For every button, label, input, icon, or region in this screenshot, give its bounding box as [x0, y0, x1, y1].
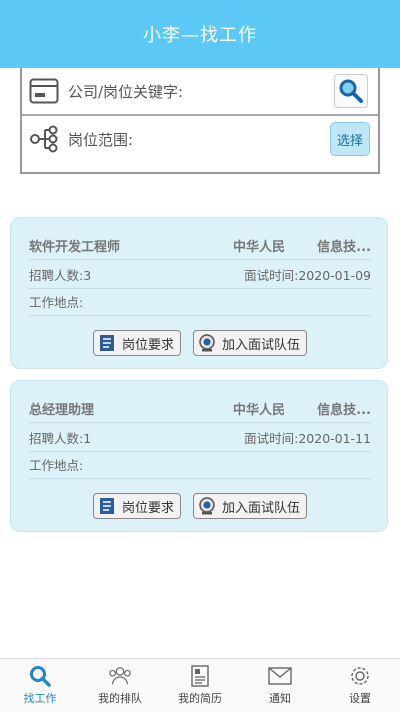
search-icon [28, 665, 52, 687]
tab-label: 设置 [349, 692, 371, 705]
tab-label: 找工作 [23, 692, 57, 705]
location-label: 工作地点: [29, 458, 84, 473]
tab-my-resume[interactable]: 我的简历 [160, 659, 240, 712]
document-icon [98, 334, 116, 352]
tab-settings[interactable]: 设置 [320, 659, 400, 712]
join-interview-button[interactable]: 加入面试队伍 [193, 493, 308, 519]
bottom-tab-bar: 找工作 我的排队 我的简历 通知 设置 [0, 658, 400, 712]
card-icon [26, 75, 62, 107]
hierarchy-icon [26, 123, 62, 155]
company-name: 中华人民 [233, 403, 286, 418]
gear-icon [348, 665, 372, 687]
scope-row[interactable]: 岗位范围: 选择 [22, 116, 378, 162]
keyword-input[interactable]: 公司/岗位关键字: [68, 81, 334, 102]
tab-find-job[interactable]: 找工作 [0, 659, 80, 712]
job-location-row: 工作地点: [29, 451, 371, 479]
job-info-row: 招聘人数:3 面试时间:2020-01-09 [29, 261, 371, 289]
join-interview-label: 加入面试队伍 [222, 337, 301, 353]
job-location-row: 工作地点: [29, 288, 371, 316]
scope-label: 岗位范围: [68, 130, 134, 149]
industry: 信息技... [317, 403, 371, 418]
requirements-label: 岗位要求 [121, 500, 174, 516]
job-actions: 岗位要求 加入面试队伍 [11, 330, 389, 356]
job-info-row: 招聘人数:1 面试时间:2020-01-11 [29, 424, 371, 452]
interview-date: 面试时间:2020-01-11 [244, 431, 371, 446]
job-card: 软件开发工程师 中华人民 信息技... 招聘人数:3 面试时间:2020-01-… [10, 217, 388, 369]
job-header-row: 软件开发工程师 中华人民 信息技... [29, 232, 371, 260]
job-title: 总经理助理 [29, 403, 95, 418]
job-card: 总经理助理 中华人民 信息技... 招聘人数:1 面试时间:2020-01-11… [10, 380, 388, 532]
app-header: 小李—找工作 [0, 0, 400, 68]
envelope-icon [268, 665, 292, 687]
page-title: 小李—找工作 [143, 25, 257, 46]
select-button[interactable]: 选择 [330, 122, 370, 156]
job-actions: 岗位要求 加入面试队伍 [11, 493, 389, 519]
location-label: 工作地点: [29, 295, 84, 310]
hiring-count: 招聘人数:1 [29, 431, 92, 446]
tab-label: 我的排队 [98, 692, 142, 705]
industry: 信息技... [317, 240, 371, 255]
document-icon [98, 497, 116, 515]
keyword-row[interactable]: 公司/岗位关键字: [22, 68, 378, 116]
tab-label: 通知 [269, 692, 291, 705]
requirements-button[interactable]: 岗位要求 [92, 330, 181, 356]
webcam-icon [198, 497, 216, 515]
resume-icon [188, 665, 212, 687]
search-panel: 公司/岗位关键字: 岗位范围: 选择 [20, 68, 380, 174]
search-icon [339, 79, 363, 103]
tab-my-queue[interactable]: 我的排队 [80, 659, 160, 712]
job-header-row: 总经理助理 中华人民 信息技... [29, 395, 371, 423]
tab-label: 我的简历 [178, 692, 222, 705]
join-interview-label: 加入面试队伍 [222, 500, 301, 516]
requirements-button[interactable]: 岗位要求 [92, 493, 181, 519]
tab-notifications[interactable]: 通知 [240, 659, 320, 712]
join-interview-button[interactable]: 加入面试队伍 [193, 330, 308, 356]
job-title: 软件开发工程师 [29, 240, 121, 255]
hiring-count: 招聘人数:3 [29, 268, 92, 283]
webcam-icon [198, 334, 216, 352]
people-icon [108, 665, 132, 687]
search-button[interactable] [334, 74, 368, 108]
interview-date: 面试时间:2020-01-09 [244, 268, 371, 283]
company-name: 中华人民 [233, 240, 286, 255]
requirements-label: 岗位要求 [121, 337, 174, 353]
